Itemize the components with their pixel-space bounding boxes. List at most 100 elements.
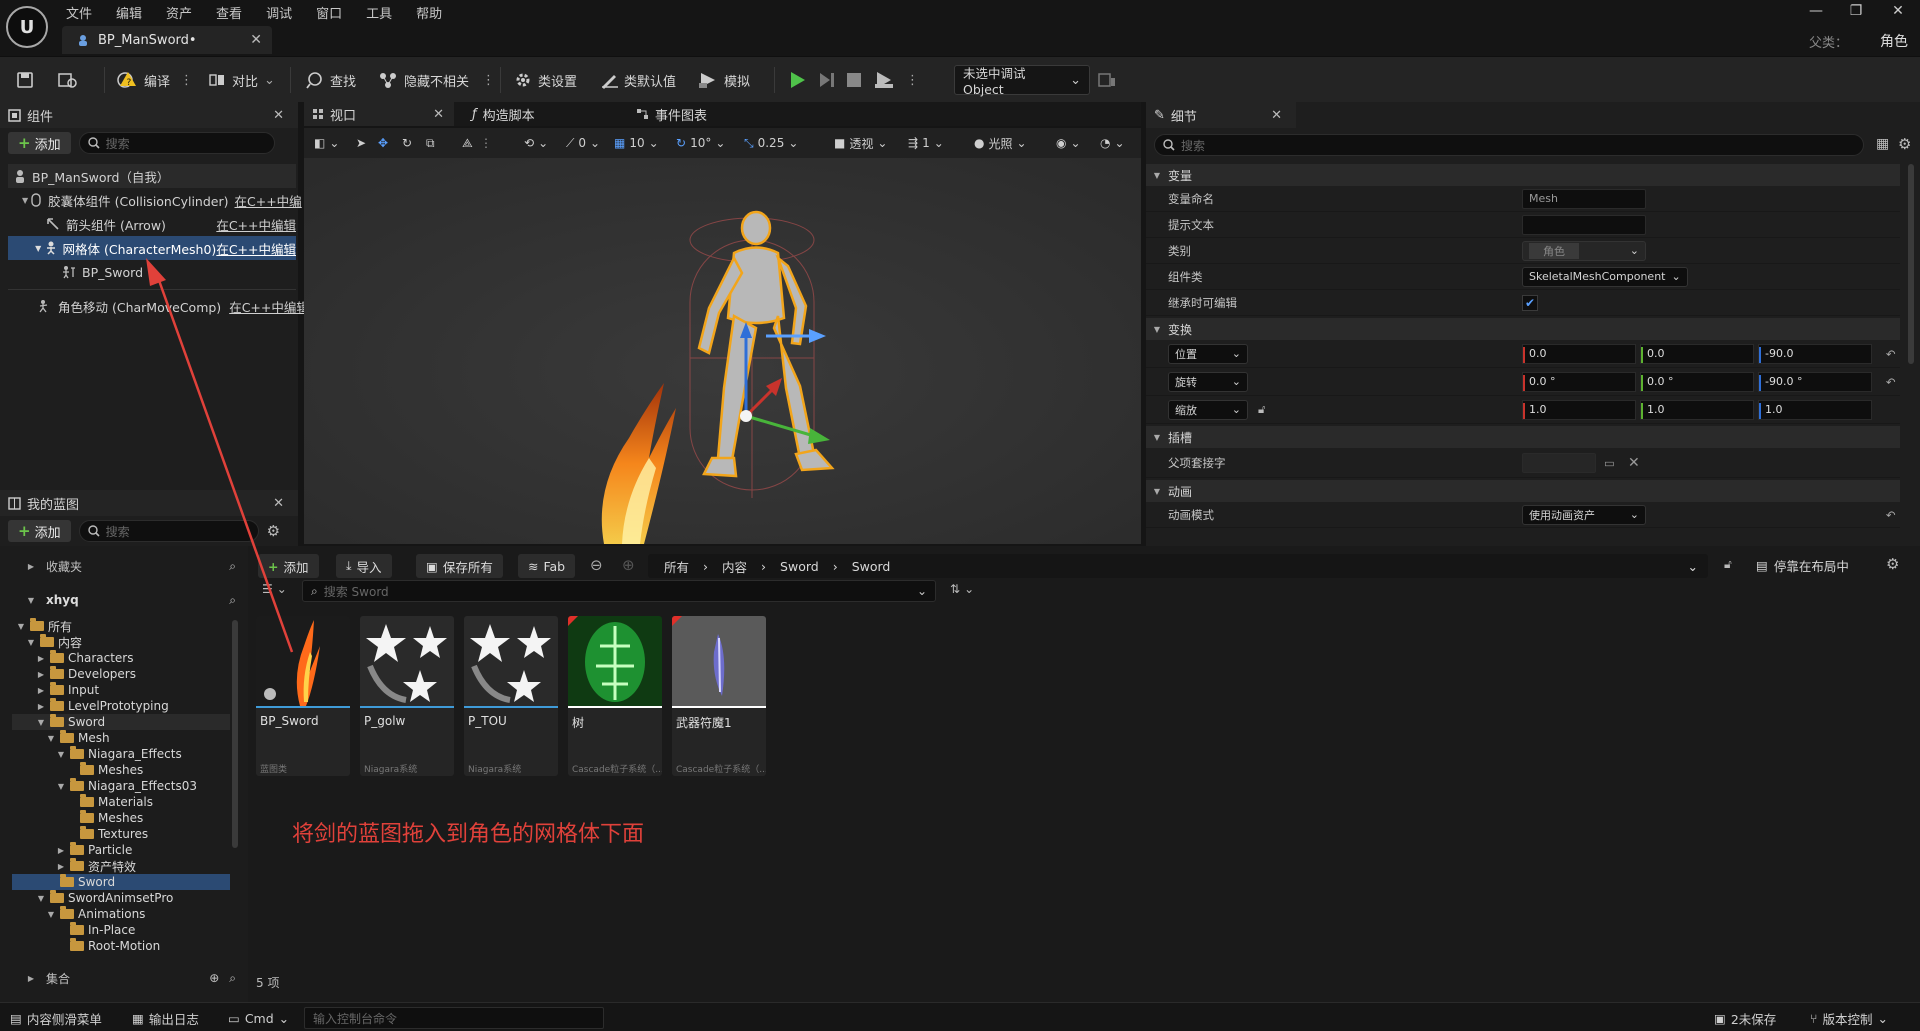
step-icon[interactable] bbox=[818, 66, 836, 94]
source-control-button[interactable]: ⑂ 版本控制 ⌄ bbox=[1810, 1009, 1888, 1027]
folder-item[interactable]: Meshes bbox=[12, 810, 230, 826]
output-log-button[interactable]: ▦ 输出日志 bbox=[132, 1009, 199, 1027]
browse-icon[interactable] bbox=[58, 66, 78, 94]
section-animation[interactable]: ▼ 动画 bbox=[1146, 480, 1900, 502]
search-icon[interactable]: ⌕ bbox=[229, 971, 236, 986]
component-char-move[interactable]: 角色移动 (CharMoveComp) 在C++中编辑 bbox=[8, 294, 309, 318]
gear-icon[interactable]: ⚙ bbox=[267, 522, 280, 540]
folder-item[interactable]: In-Place bbox=[12, 922, 230, 938]
close-tab-icon[interactable]: ✕ bbox=[250, 32, 262, 48]
folder-item[interactable]: ▼ 所有 bbox=[12, 618, 230, 634]
dock-in-layout-button[interactable]: ▤ 停靠在布局中 bbox=[1756, 556, 1849, 575]
tab-viewport[interactable]: 视口 ✕ bbox=[304, 102, 454, 126]
breadcrumb-sword-current[interactable]: Sword bbox=[852, 559, 891, 574]
tooltip-input[interactable] bbox=[1522, 214, 1646, 235]
add-component-button[interactable]: + 添加 bbox=[8, 132, 71, 154]
viewport-scene[interactable] bbox=[304, 158, 1141, 544]
tab-event-graph[interactable]: 事件图表 bbox=[628, 102, 707, 126]
asset-search-input[interactable]: ⌕ 搜索 Sword ⌄ bbox=[302, 580, 936, 602]
rotation-y-input[interactable]: 0.0 ° bbox=[1640, 371, 1754, 392]
favorites-header[interactable]: ▶ 收藏夹 ⌕ bbox=[26, 556, 236, 576]
folder-item[interactable]: ▼ Animations bbox=[12, 906, 230, 922]
realtime-dropdown[interactable]: ◔ ⌄ bbox=[1100, 133, 1125, 153]
variable-name-input[interactable]: Mesh bbox=[1522, 188, 1646, 209]
gear-icon[interactable]: ⚙ bbox=[1898, 135, 1911, 153]
expand-icon[interactable]: ▶ bbox=[36, 654, 46, 663]
coordinate-space-dropdown[interactable]: ⟲ ⌄ bbox=[524, 133, 548, 153]
tab-construction-script[interactable]: ƒ 构造脚本 bbox=[464, 102, 535, 126]
transform-options-icon[interactable]: ⋮ bbox=[480, 133, 492, 153]
show-dropdown[interactable]: ◉ ⌄ bbox=[1056, 133, 1081, 153]
surface-snap-icon[interactable]: ⟁ bbox=[462, 133, 473, 153]
collapse-icon[interactable]: ▼ bbox=[36, 894, 46, 903]
collapse-icon[interactable]: ▼ bbox=[16, 622, 26, 631]
folder-item[interactable]: Materials bbox=[12, 794, 230, 810]
folder-item[interactable]: ▼ Niagara_Effects bbox=[12, 746, 230, 762]
folder-item[interactable]: ▶ Characters bbox=[12, 650, 230, 666]
folder-item[interactable]: ▶ Developers bbox=[12, 666, 230, 682]
save-icon[interactable] bbox=[16, 66, 34, 94]
edit-in-cpp-link[interactable]: 在C++中编 bbox=[235, 191, 302, 210]
compile-options-icon[interactable]: ⋮ bbox=[180, 66, 193, 94]
component-collision-cylinder[interactable]: ▼ 胶囊体组件 (CollisionCylinder) 在C++中编 bbox=[8, 188, 302, 212]
component-class-dropdown[interactable]: SkeletalMeshComponent ⌄ bbox=[1522, 266, 1688, 287]
details-search-input[interactable]: 搜索 bbox=[1154, 134, 1864, 156]
simulate-button[interactable]: 模拟 bbox=[698, 66, 750, 94]
user-header[interactable]: ▼ xhyq ⌕ bbox=[26, 590, 236, 610]
add-blueprint-item-button[interactable]: + 添加 bbox=[8, 520, 71, 542]
diff-button[interactable]: 对比 ⌄ bbox=[208, 66, 275, 94]
folder-item[interactable]: Textures bbox=[12, 826, 230, 842]
restore-icon[interactable]: ❐ bbox=[1836, 0, 1876, 22]
find-button[interactable]: 查找 bbox=[306, 66, 356, 94]
hide-unrelated-button[interactable]: 隐藏不相关 bbox=[378, 66, 469, 94]
menu-tools[interactable]: 工具 bbox=[366, 3, 404, 22]
rotation-dropdown[interactable]: 旋转 ⌄ bbox=[1168, 371, 1248, 392]
grid-snap-toggle[interactable]: ▦ 10 ⌄ bbox=[614, 133, 659, 153]
asset-tile[interactable]: P_TOU Niagara系统 bbox=[464, 616, 558, 776]
folder-item[interactable]: ▼ SwordAnimsetPro bbox=[12, 890, 230, 906]
breadcrumb-content[interactable]: 内容 bbox=[722, 557, 747, 576]
sort-dropdown[interactable]: ⇅ ⌄ bbox=[950, 582, 974, 596]
edit-in-cpp-link[interactable]: 在C++中编辑 bbox=[216, 215, 296, 234]
breadcrumb-sword[interactable]: Sword bbox=[780, 559, 819, 574]
collections-header[interactable]: ▶ 集合 ⊕ ⌕ bbox=[26, 968, 236, 988]
section-variable[interactable]: ▼ 变量 bbox=[1146, 164, 1900, 186]
collapse-icon[interactable]: ▼ bbox=[26, 638, 36, 647]
rotate-tool-icon[interactable]: ↻ bbox=[402, 133, 412, 153]
debug-object-dropdown[interactable]: 未选中调试Object ⌄ bbox=[954, 65, 1090, 97]
asset-tile[interactable]: P_golw Niagara系统 bbox=[360, 616, 454, 776]
component-bp-sword[interactable]: BP_Sword bbox=[8, 260, 296, 284]
history-back-icon[interactable]: ⊖ bbox=[590, 556, 603, 574]
menu-file[interactable]: 文件 bbox=[66, 3, 104, 22]
cmd-dropdown[interactable]: ▭ Cmd ⌄ bbox=[228, 1009, 289, 1027]
select-mode-dropdown[interactable]: ◧ ⌄ bbox=[314, 133, 339, 153]
folder-scrollbar[interactable] bbox=[232, 620, 238, 848]
table-view-icon[interactable]: ▦ bbox=[1876, 136, 1889, 152]
component-character-mesh[interactable]: ▼ 网格体 (CharacterMesh0) 在C++中编辑 bbox=[8, 236, 296, 260]
play-icon[interactable] bbox=[788, 66, 806, 94]
component-root[interactable]: BP_ManSword（自我） bbox=[8, 164, 296, 188]
play-options-icon[interactable]: ⋮ bbox=[906, 66, 919, 94]
rotation-x-input[interactable]: 0.0 ° bbox=[1522, 371, 1636, 392]
menu-debug[interactable]: 调试 bbox=[266, 3, 304, 22]
folder-item[interactable]: ▶ Input bbox=[12, 682, 230, 698]
location-y-input[interactable]: 0.0 bbox=[1640, 343, 1754, 364]
close-tab-icon[interactable]: ✕ bbox=[433, 107, 444, 122]
cb-add-button[interactable]: + 添加 bbox=[258, 554, 319, 578]
folder-item[interactable]: Sword bbox=[12, 874, 230, 890]
menu-help[interactable]: 帮助 bbox=[416, 3, 454, 22]
console-command-input[interactable]: 输入控制台命令 bbox=[304, 1007, 604, 1029]
debug-filter-icon[interactable] bbox=[1098, 66, 1116, 94]
section-transform[interactable]: ▼ 变换 bbox=[1146, 318, 1900, 340]
expand-icon[interactable]: ▶ bbox=[36, 702, 46, 711]
scale-x-input[interactable]: 1.0 bbox=[1522, 399, 1636, 420]
menu-window[interactable]: 窗口 bbox=[316, 3, 354, 22]
chevron-down-icon[interactable]: ⌄ bbox=[1688, 559, 1698, 574]
folder-item[interactable]: Meshes bbox=[12, 762, 230, 778]
asset-tile[interactable]: 武器符魔1 Cascade粒子系统（... bbox=[672, 616, 766, 776]
unreal-logo-icon[interactable]: U bbox=[6, 6, 48, 48]
close-panel-icon[interactable]: ✕ bbox=[273, 108, 284, 123]
location-dropdown[interactable]: 位置 ⌄ bbox=[1168, 343, 1248, 364]
rotation-z-input[interactable]: -90.0 ° bbox=[1758, 371, 1872, 392]
collapse-icon[interactable]: ▼ bbox=[36, 718, 46, 727]
